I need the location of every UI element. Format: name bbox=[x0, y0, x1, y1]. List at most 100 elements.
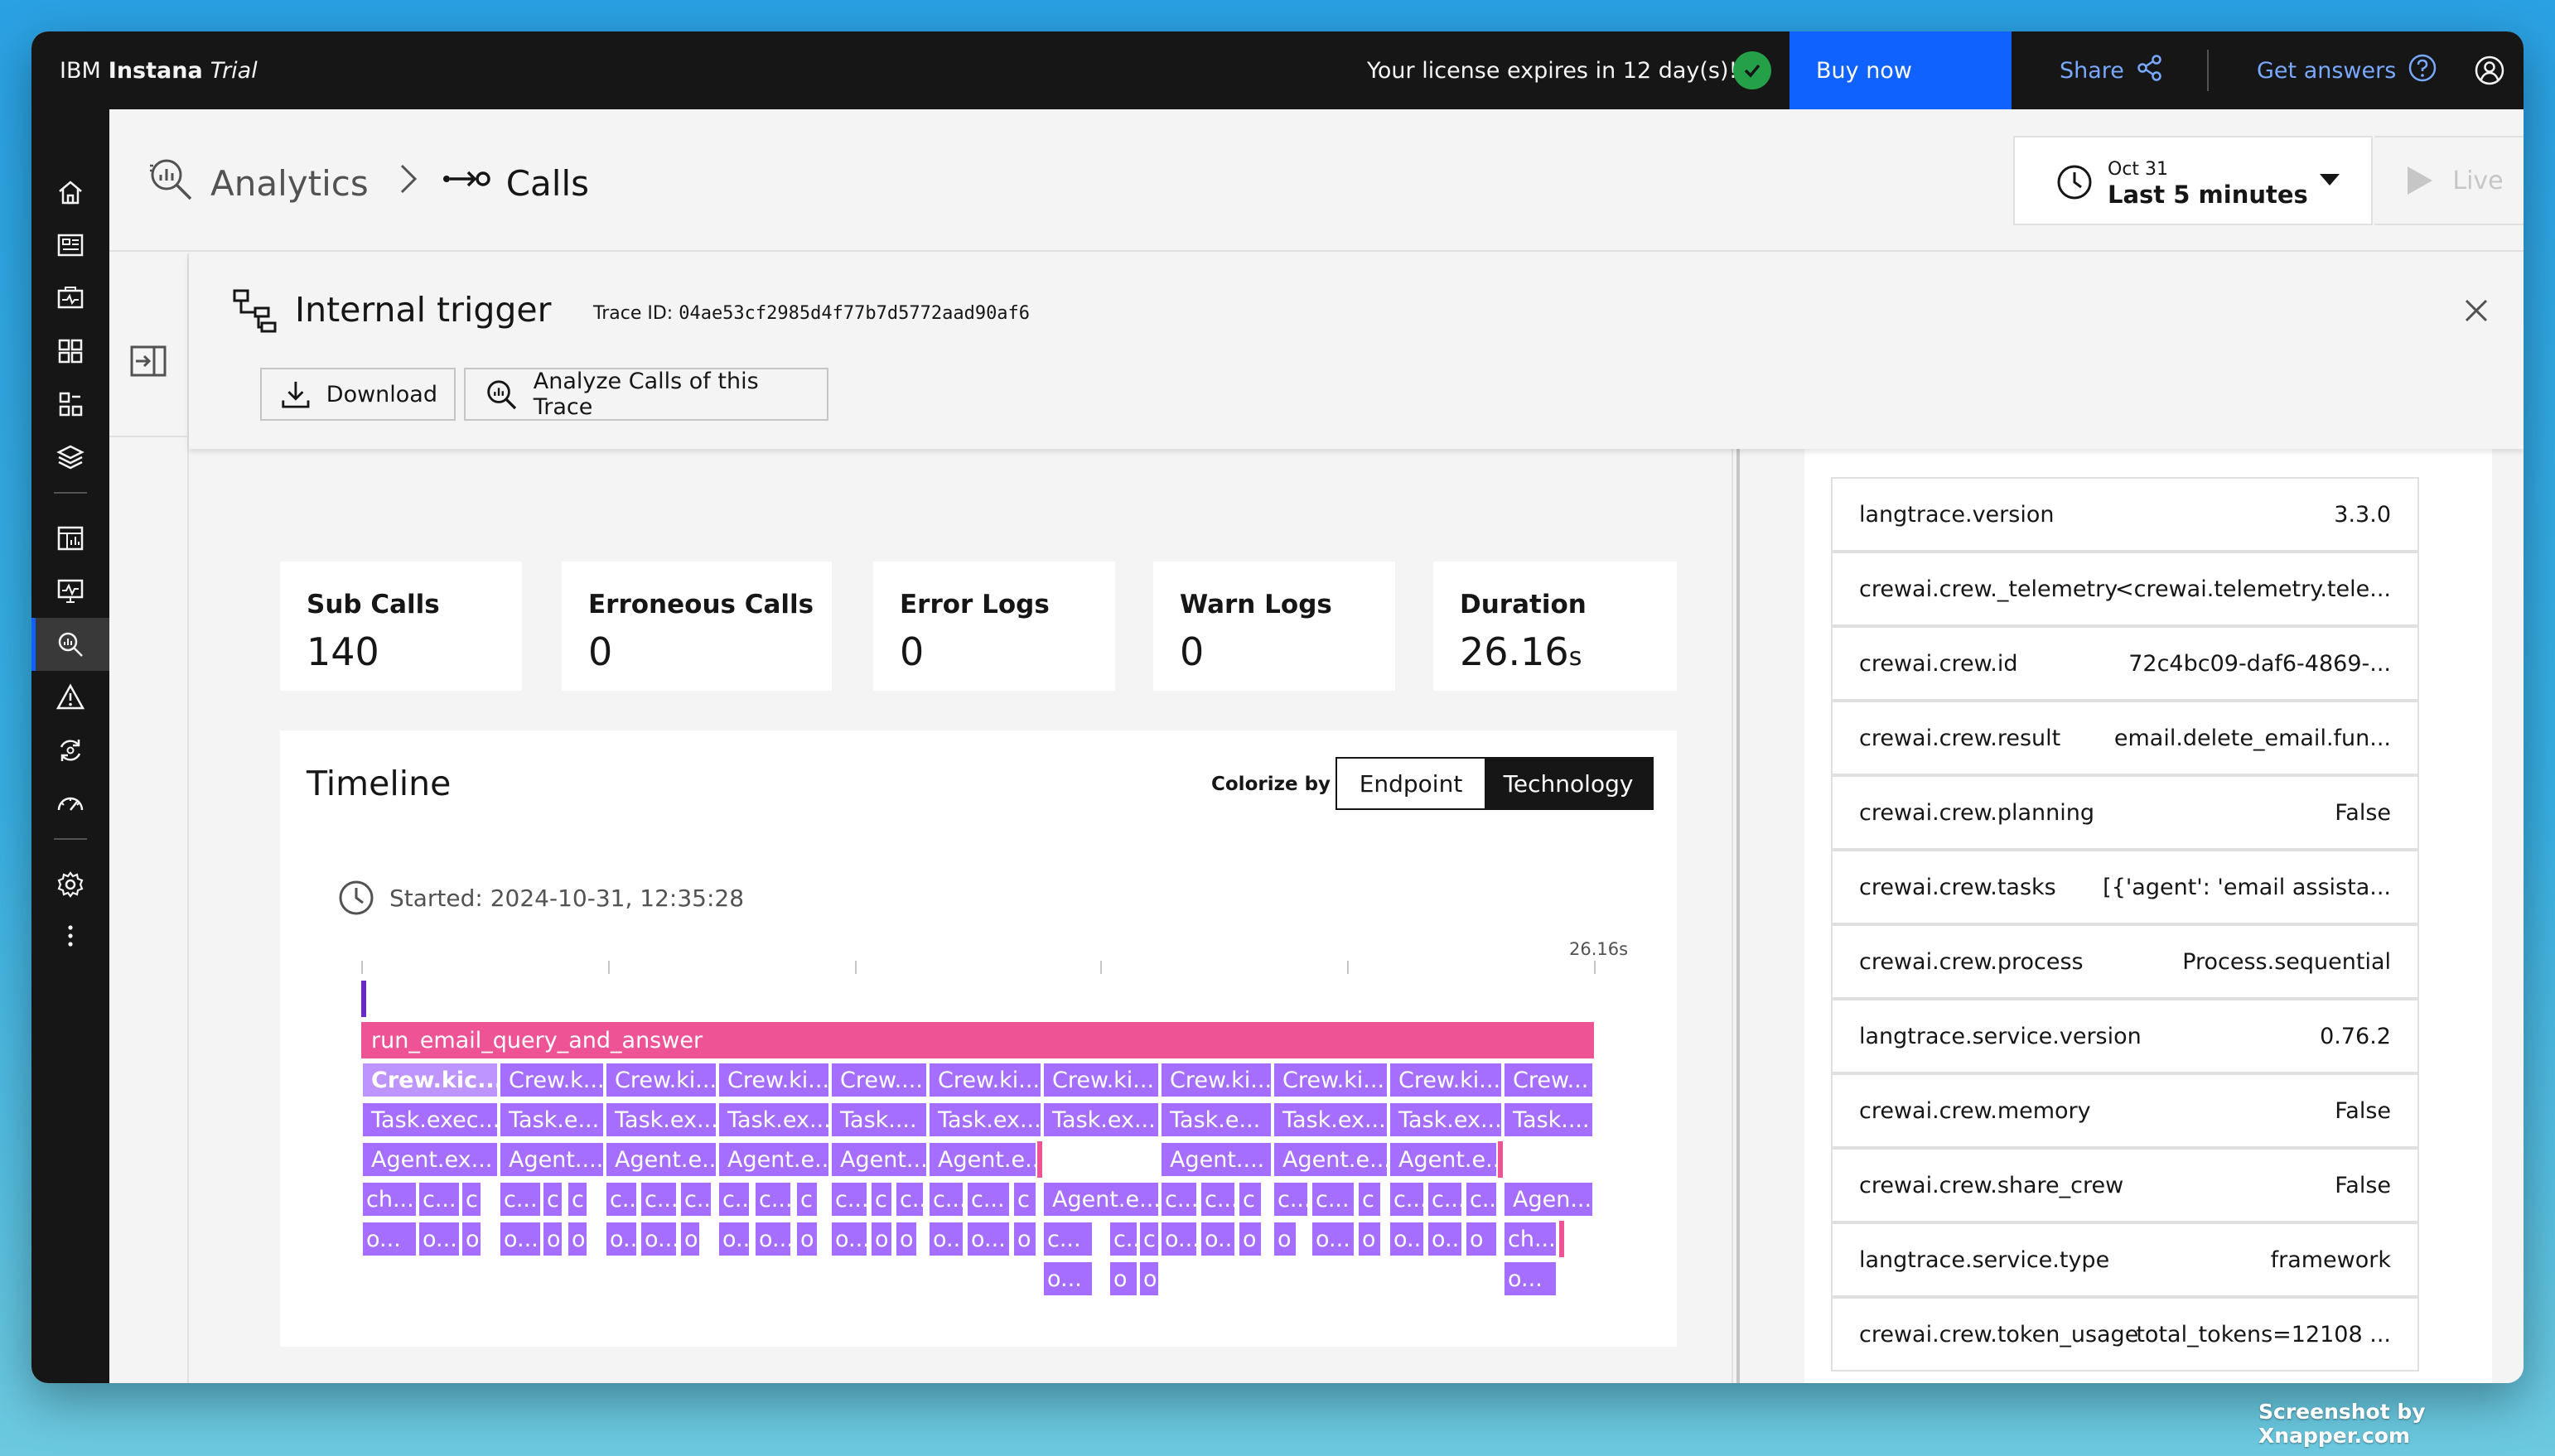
span-bar[interactable]: c bbox=[567, 1181, 588, 1217]
span-bar[interactable]: c... bbox=[1311, 1181, 1355, 1217]
span-bar[interactable]: c bbox=[870, 1181, 893, 1217]
automation-icon[interactable] bbox=[31, 724, 109, 777]
span-bar[interactable]: c bbox=[795, 1181, 819, 1217]
span-bar[interactable]: Agent.... bbox=[1160, 1141, 1273, 1178]
span-bar[interactable]: c... bbox=[1465, 1181, 1498, 1217]
span-bar[interactable]: Crew.... bbox=[830, 1062, 928, 1098]
span-bar[interactable]: c... bbox=[1389, 1181, 1425, 1217]
span-bar[interactable]: Agen... bbox=[1503, 1181, 1594, 1217]
span-bar[interactable]: Task.ex... bbox=[1389, 1102, 1503, 1138]
span-bar[interactable]: c... bbox=[754, 1181, 792, 1217]
trace-id[interactable]: Trace ID: 04ae53cf2985d4f77b7d5772aad90a… bbox=[593, 303, 1030, 324]
colorize-technology-option[interactable]: Technology bbox=[1485, 759, 1652, 808]
span-bar[interactable]: Task.exec... bbox=[361, 1102, 499, 1138]
close-icon[interactable] bbox=[2464, 298, 2489, 326]
span-marker[interactable] bbox=[1559, 1221, 1564, 1257]
span-bar[interactable]: Crew.ki... bbox=[928, 1062, 1042, 1098]
dashboards-icon[interactable] bbox=[31, 512, 109, 565]
span-bar[interactable]: o... bbox=[754, 1221, 792, 1257]
span-bar[interactable]: Crew.ki... bbox=[1042, 1062, 1160, 1098]
span-bar[interactable]: Task.e... bbox=[1160, 1102, 1273, 1138]
colorize-endpoint-option[interactable]: Endpoint bbox=[1337, 759, 1485, 808]
live-button[interactable]: Live bbox=[2374, 136, 2524, 225]
span-bar[interactable]: Crew... bbox=[1503, 1062, 1594, 1098]
span-bar[interactable]: c... bbox=[717, 1181, 751, 1217]
analytics-icon[interactable] bbox=[31, 618, 109, 671]
span-bar[interactable]: o... bbox=[1042, 1261, 1094, 1297]
span-bar[interactable]: o bbox=[679, 1221, 701, 1257]
span-bar[interactable]: c... bbox=[679, 1181, 712, 1217]
span-bar[interactable]: o... bbox=[1311, 1221, 1355, 1257]
span-bar[interactable]: c... bbox=[1427, 1181, 1463, 1217]
span-bar[interactable]: Agent.... bbox=[830, 1141, 928, 1178]
span-bar[interactable]: c... bbox=[895, 1181, 925, 1217]
span-bar[interactable]: o bbox=[567, 1221, 588, 1257]
span-bar[interactable]: c bbox=[461, 1181, 482, 1217]
span-bar[interactable]: o... bbox=[605, 1221, 638, 1257]
span-bar[interactable]: o bbox=[461, 1221, 482, 1257]
span-bar[interactable]: Agent.e... bbox=[717, 1141, 830, 1178]
download-button[interactable]: Download bbox=[260, 368, 456, 421]
span-bar[interactable]: o bbox=[1012, 1221, 1037, 1257]
span-bar[interactable]: Agent.e... bbox=[1273, 1141, 1389, 1178]
span-bar[interactable]: Task.... bbox=[830, 1102, 928, 1138]
span-bar[interactable]: Task.e... bbox=[499, 1102, 605, 1138]
get-answers-button[interactable]: Get answers bbox=[2257, 31, 2437, 109]
span-bar[interactable]: Crew.ki... bbox=[717, 1062, 830, 1098]
span-bar[interactable]: o... bbox=[830, 1221, 868, 1257]
span-bar[interactable]: c... bbox=[1160, 1181, 1198, 1217]
platforms-icon[interactable] bbox=[31, 325, 109, 378]
span-bar[interactable]: Agent.e... bbox=[605, 1141, 717, 1178]
span-bar[interactable]: o... bbox=[966, 1221, 1011, 1257]
span-bar[interactable]: o... bbox=[1389, 1221, 1425, 1257]
share-button[interactable]: Share bbox=[2060, 31, 2164, 109]
analyze-calls-button[interactable]: Analyze Calls of this Trace bbox=[464, 368, 828, 421]
span-bar[interactable]: Crew.ki... bbox=[605, 1062, 717, 1098]
span-bar[interactable]: o... bbox=[717, 1221, 751, 1257]
span-bar[interactable]: Task.ex... bbox=[1042, 1102, 1160, 1138]
span-bar[interactable]: o bbox=[1465, 1221, 1498, 1257]
span-bar[interactable]: c bbox=[1138, 1221, 1160, 1257]
expand-panel-icon[interactable] bbox=[129, 345, 167, 381]
span-bar[interactable]: ch... bbox=[361, 1181, 418, 1217]
span-bar[interactable]: Agent.e... bbox=[928, 1141, 1037, 1178]
span-bar[interactable]: o... bbox=[928, 1221, 964, 1257]
span-bar[interactable]: o bbox=[870, 1221, 893, 1257]
span-marker[interactable] bbox=[1037, 1141, 1042, 1178]
span-bar[interactable]: o bbox=[1273, 1221, 1297, 1257]
span-bar[interactable]: Task.ex... bbox=[605, 1102, 717, 1138]
span-bar[interactable]: c bbox=[1012, 1181, 1037, 1217]
span-bar[interactable]: c... bbox=[605, 1181, 638, 1217]
span-bar[interactable]: c bbox=[1238, 1181, 1263, 1217]
span-bar[interactable]: Task.ex... bbox=[928, 1102, 1042, 1138]
infrastructure-icon[interactable] bbox=[31, 378, 109, 431]
span-bar[interactable]: Crew.ki... bbox=[1160, 1062, 1273, 1098]
span-bar[interactable]: c... bbox=[499, 1181, 542, 1217]
span-bar[interactable]: Crew.ki... bbox=[1273, 1062, 1389, 1098]
span-bar[interactable]: o bbox=[1357, 1221, 1382, 1257]
synthetic-monitoring-icon[interactable] bbox=[31, 565, 109, 618]
span-bar[interactable]: c bbox=[542, 1181, 563, 1217]
span-bar[interactable]: o... bbox=[1160, 1221, 1198, 1257]
span-bar[interactable]: c... bbox=[928, 1181, 964, 1217]
span-bar[interactable]: c... bbox=[640, 1181, 678, 1217]
events-alert-icon[interactable] bbox=[31, 671, 109, 724]
span-marker[interactable] bbox=[1498, 1141, 1503, 1178]
span-bar[interactable]: Crew.k... bbox=[499, 1062, 605, 1098]
span-bar[interactable]: c... bbox=[966, 1181, 1011, 1217]
span-bar[interactable]: o... bbox=[499, 1221, 542, 1257]
span-bar[interactable]: o... bbox=[361, 1221, 418, 1257]
user-avatar-icon[interactable] bbox=[2474, 55, 2505, 89]
span-bar[interactable]: c... bbox=[830, 1181, 868, 1217]
slo-gauge-icon[interactable] bbox=[31, 777, 109, 830]
span-bar[interactable]: o... bbox=[418, 1221, 461, 1257]
more-options-icon[interactable] bbox=[31, 909, 109, 962]
span-bar[interactable]: o bbox=[1138, 1261, 1160, 1297]
panel-resize-handle[interactable] bbox=[1736, 449, 1740, 1383]
span-bar[interactable]: Agent.... bbox=[499, 1141, 605, 1178]
breadcrumb-analytics[interactable]: Analytics bbox=[210, 163, 369, 204]
applications-icon[interactable] bbox=[31, 272, 109, 325]
span-bar[interactable]: o... bbox=[640, 1221, 678, 1257]
span-bar[interactable]: Agent.e... bbox=[1389, 1141, 1498, 1178]
span-bar[interactable]: Agent.e... bbox=[1042, 1181, 1160, 1217]
